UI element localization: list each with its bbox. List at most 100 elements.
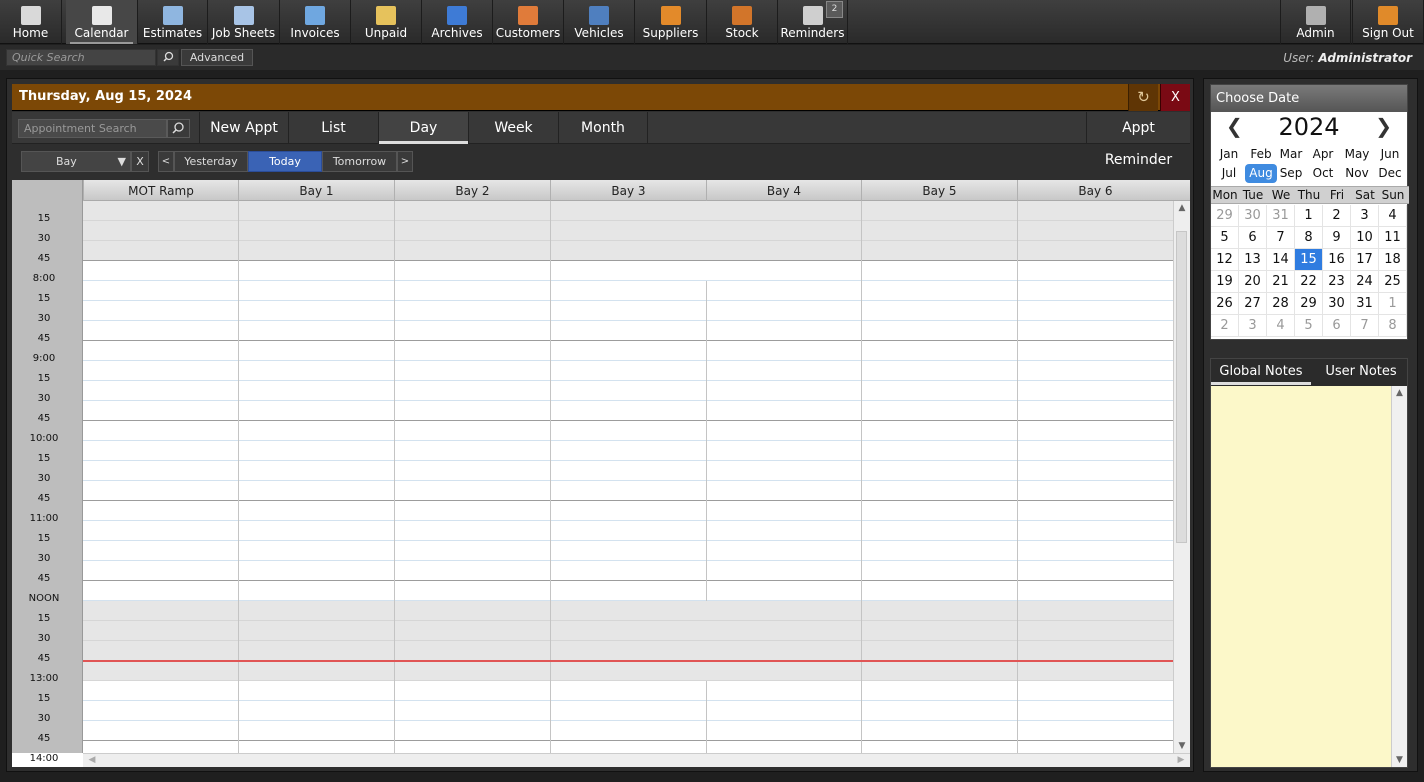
day-cell[interactable]: 18 xyxy=(1379,249,1407,271)
time-slot-row[interactable] xyxy=(83,301,1173,321)
day-cell[interactable]: 9 xyxy=(1323,227,1351,249)
month-jun[interactable]: Jun xyxy=(1374,145,1406,164)
day-cell[interactable]: 20 xyxy=(1239,271,1267,293)
month-may[interactable]: May xyxy=(1341,145,1373,164)
time-slot-row[interactable] xyxy=(83,221,1173,241)
tomorrow-button[interactable]: Tomorrow xyxy=(322,151,397,172)
time-slot-row[interactable] xyxy=(83,501,1173,521)
appointment-slots[interactable] xyxy=(83,201,1173,761)
day-cell[interactable]: 1 xyxy=(1379,293,1407,315)
quick-search-button[interactable] xyxy=(157,49,179,66)
quick-search-input[interactable]: Quick Search xyxy=(6,49,156,66)
month-apr[interactable]: Apr xyxy=(1307,145,1339,164)
nav-job-sheets[interactable]: Job Sheets xyxy=(208,0,280,44)
day-cell[interactable]: 8 xyxy=(1295,227,1323,249)
time-slot-row[interactable] xyxy=(83,541,1173,561)
nav-admin[interactable]: Admin xyxy=(1280,0,1351,44)
month-aug[interactable]: Aug xyxy=(1245,164,1277,183)
day-cell[interactable]: 19 xyxy=(1211,271,1239,293)
nav-stock[interactable]: Stock xyxy=(707,0,778,44)
day-cell[interactable]: 13 xyxy=(1239,249,1267,271)
day-cell[interactable]: 3 xyxy=(1239,315,1267,337)
appointment-search-button[interactable] xyxy=(167,119,190,138)
time-slot-row[interactable] xyxy=(83,441,1173,461)
day-cell[interactable]: 31 xyxy=(1267,205,1295,227)
time-slot-row[interactable] xyxy=(83,421,1173,441)
day-cell[interactable]: 27 xyxy=(1239,293,1267,315)
time-slot-row[interactable] xyxy=(83,601,1173,621)
previous-day-button[interactable]: < xyxy=(158,151,174,172)
nav-sign-out[interactable]: Sign Out xyxy=(1352,0,1424,44)
vertical-scrollbar[interactable]: ▲ ▼ xyxy=(1173,201,1190,753)
day-cell[interactable]: 6 xyxy=(1323,315,1351,337)
day-cell[interactable]: 28 xyxy=(1267,293,1295,315)
day-cell[interactable]: 5 xyxy=(1295,315,1323,337)
time-slot-row[interactable] xyxy=(83,381,1173,401)
today-button[interactable]: Today xyxy=(248,151,322,172)
day-cell[interactable]: 30 xyxy=(1239,205,1267,227)
new-appt-button[interactable]: New Appt xyxy=(199,112,288,144)
nav-vehicles[interactable]: Vehicles xyxy=(564,0,635,44)
day-cell[interactable]: 22 xyxy=(1295,271,1323,293)
day-cell[interactable]: 29 xyxy=(1295,293,1323,315)
time-slot-row[interactable] xyxy=(83,321,1173,341)
day-cell[interactable]: 30 xyxy=(1323,293,1351,315)
time-slot-row[interactable] xyxy=(83,561,1173,581)
day-cell[interactable]: 5 xyxy=(1211,227,1239,249)
scrollbar-thumb[interactable] xyxy=(1176,231,1187,543)
day-cell[interactable]: 4 xyxy=(1379,205,1407,227)
month-jan[interactable]: Jan xyxy=(1213,145,1245,164)
day-cell[interactable]: 12 xyxy=(1211,249,1239,271)
day-cell[interactable]: 2 xyxy=(1323,205,1351,227)
scroll-up-icon[interactable]: ▲ xyxy=(1392,388,1407,398)
nav-calendar[interactable]: Calendar xyxy=(66,0,138,44)
month-dec[interactable]: Dec xyxy=(1374,164,1406,183)
scroll-up-icon[interactable]: ▲ xyxy=(1174,201,1190,215)
day-cell[interactable]: 7 xyxy=(1351,315,1379,337)
day-cell[interactable]: 17 xyxy=(1351,249,1379,271)
time-slot-row[interactable] xyxy=(83,721,1173,741)
nav-invoices[interactable]: Invoices xyxy=(280,0,351,44)
tab-user-notes[interactable]: User Notes xyxy=(1313,359,1409,385)
nav-customers[interactable]: Customers xyxy=(493,0,564,44)
day-cell[interactable]: 1 xyxy=(1295,205,1323,227)
scroll-down-icon[interactable]: ▼ xyxy=(1174,739,1190,753)
nav-estimates[interactable]: Estimates xyxy=(138,0,208,44)
time-slot-row[interactable] xyxy=(83,361,1173,381)
scroll-down-icon[interactable]: ▼ xyxy=(1392,755,1407,765)
day-cell[interactable]: 23 xyxy=(1323,271,1351,293)
day-cell[interactable]: 7 xyxy=(1267,227,1295,249)
day-cell[interactable]: 3 xyxy=(1351,205,1379,227)
time-slot-row[interactable] xyxy=(83,521,1173,541)
notes-scrollbar[interactable]: ▲ ▼ xyxy=(1391,386,1407,767)
day-cell-selected[interactable]: 15 xyxy=(1295,249,1323,271)
time-slot-row[interactable] xyxy=(83,281,1173,301)
time-slot-row[interactable] xyxy=(83,481,1173,501)
day-cell[interactable]: 11 xyxy=(1379,227,1407,249)
day-cell[interactable]: 21 xyxy=(1267,271,1295,293)
day-cell[interactable]: 24 xyxy=(1351,271,1379,293)
tab-day[interactable]: Day xyxy=(378,112,468,144)
day-cell[interactable]: 2 xyxy=(1211,315,1239,337)
time-slot-row[interactable] xyxy=(83,201,1173,221)
day-cell[interactable]: 14 xyxy=(1267,249,1295,271)
refresh-button[interactable]: ↻ xyxy=(1128,84,1158,111)
day-cell[interactable]: 10 xyxy=(1351,227,1379,249)
nav-reminders[interactable]: Reminders 2 xyxy=(778,0,848,44)
day-cell[interactable]: 6 xyxy=(1239,227,1267,249)
day-cell[interactable]: 16 xyxy=(1323,249,1351,271)
day-cell[interactable]: 31 xyxy=(1351,293,1379,315)
month-feb[interactable]: Feb xyxy=(1245,145,1277,164)
day-cell[interactable]: 25 xyxy=(1379,271,1407,293)
time-slot-row[interactable] xyxy=(83,581,1173,601)
nav-unpaid[interactable]: Unpaid xyxy=(351,0,422,44)
time-slot-row[interactable] xyxy=(83,241,1173,261)
time-slot-row[interactable] xyxy=(83,701,1173,721)
nav-home[interactable]: Home xyxy=(0,0,62,44)
close-button[interactable]: X xyxy=(1160,84,1190,111)
month-nov[interactable]: Nov xyxy=(1341,164,1373,183)
month-mar[interactable]: Mar xyxy=(1275,145,1307,164)
month-oct[interactable]: Oct xyxy=(1307,164,1339,183)
day-cell[interactable]: 29 xyxy=(1211,205,1239,227)
scroll-right-icon[interactable]: ▶ xyxy=(1174,754,1188,767)
